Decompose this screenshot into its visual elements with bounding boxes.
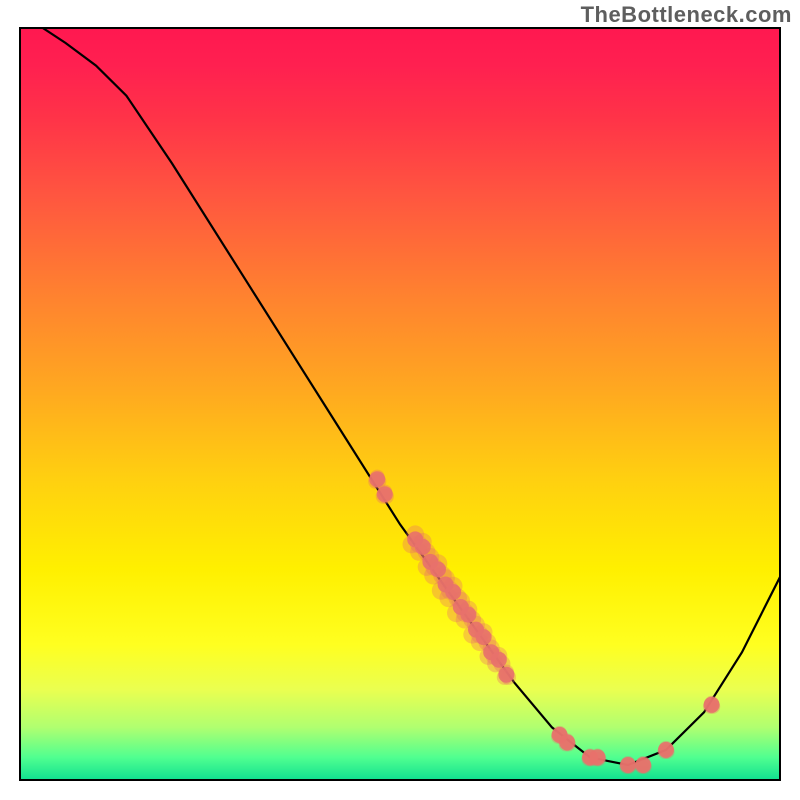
data-dot xyxy=(377,486,393,502)
bottleneck-chart xyxy=(0,0,800,800)
chart-container: TheBottleneck.com xyxy=(0,0,800,800)
data-dot xyxy=(559,734,575,750)
data-dot xyxy=(658,742,674,758)
data-dot xyxy=(635,757,651,773)
data-dot xyxy=(369,471,385,487)
gradient-background xyxy=(20,28,780,780)
data-dot xyxy=(590,749,606,765)
data-dot xyxy=(498,667,514,683)
data-dot xyxy=(704,697,720,713)
data-dot xyxy=(620,757,636,773)
